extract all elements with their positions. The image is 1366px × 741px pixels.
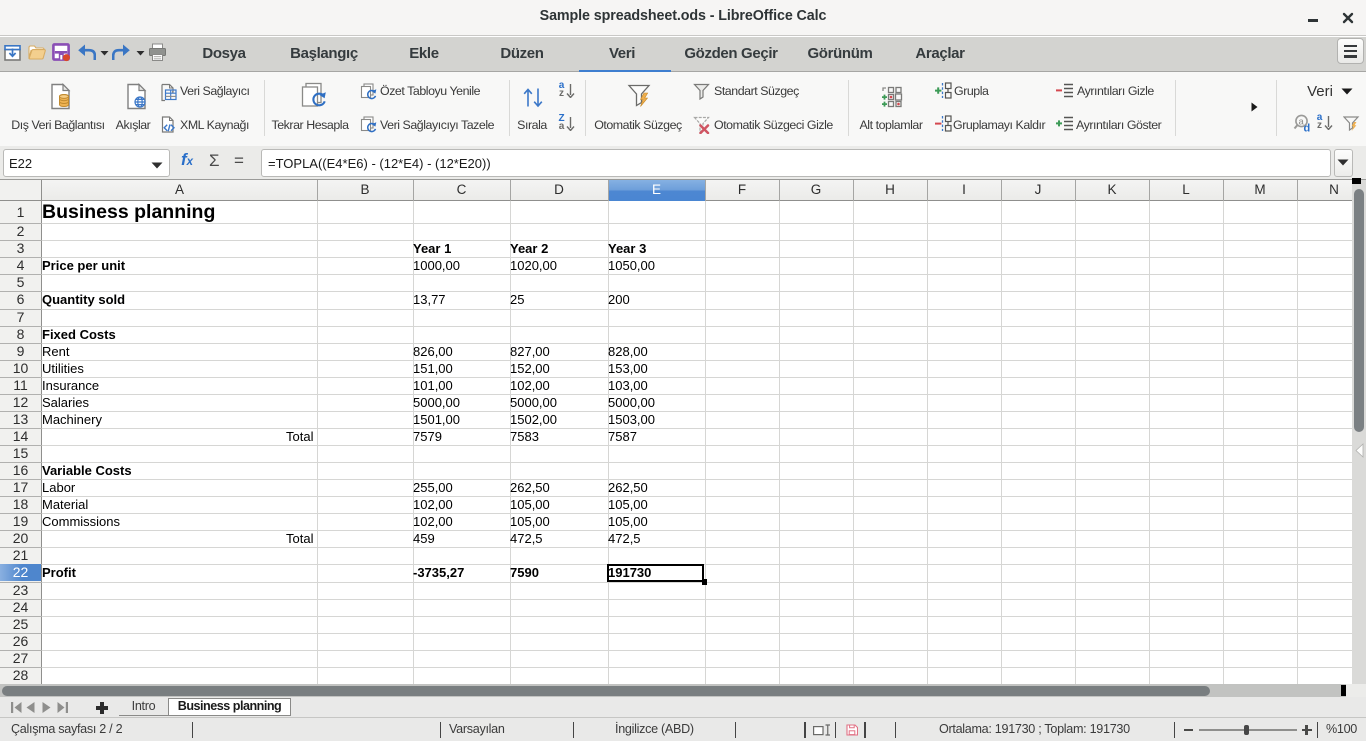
svg-text:d: d bbox=[1304, 122, 1311, 133]
